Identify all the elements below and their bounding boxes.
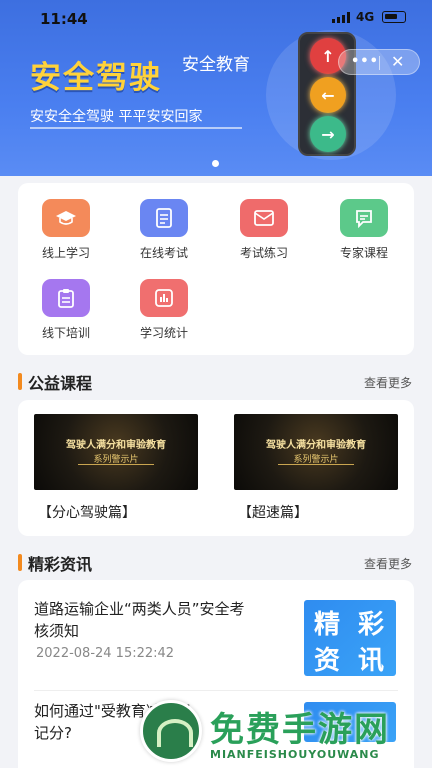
- banner-slogan: 安安全全驾驶 平平安安回家: [30, 109, 203, 125]
- menu-item-study-stats[interactable]: 学习统计: [124, 279, 204, 341]
- menu-label: 线上学习: [41, 246, 90, 260]
- battery-icon: [382, 11, 406, 23]
- clipboard-icon: [42, 279, 90, 317]
- news-item-date: 2022-08-24 15:22:42: [36, 646, 175, 661]
- news-item-title-line: 核须知: [34, 622, 80, 640]
- watermark-text: 免费手游网: [210, 710, 390, 750]
- section-accent-bar: [18, 554, 22, 571]
- menu-label: 考试练习: [239, 246, 288, 260]
- news-more-link[interactable]: 查看更多: [364, 555, 412, 572]
- thumb-char: 讯: [358, 646, 385, 676]
- courses-header: 公益课程 查看更多: [18, 370, 414, 394]
- news-header: 精彩资讯 查看更多: [18, 551, 414, 575]
- watermark-subtext: MIANFEISHOUYOUWANG: [210, 748, 380, 761]
- menu-label: 学习统计: [139, 326, 188, 340]
- thumb-char: 精: [314, 610, 341, 640]
- capsule-divider: [379, 56, 380, 70]
- menu-item-expert-course[interactable]: 专家课程: [324, 199, 404, 261]
- graduation-cap-icon: [42, 199, 90, 237]
- news-thumbnail: 精 彩 资 讯: [304, 600, 396, 676]
- feature-menu: 线上学习 在线考试 考试练习 专家课程 线下培训 学习统计: [18, 183, 414, 355]
- menu-label: 线下培训: [41, 326, 90, 340]
- courses-list: 驾驶人满分和审验教育 系列警示片 【分心驾驶篇】 驾驶人满分和审验教育 系列警示…: [18, 400, 414, 536]
- arrow-left-icon: ←: [310, 77, 346, 113]
- menu-label: 专家课程: [339, 246, 388, 260]
- video-underline: [78, 464, 154, 465]
- course-video-thumbnail[interactable]: 驾驶人满分和审验教育 系列警示片: [234, 414, 398, 490]
- news-item-title-line: 记分?: [34, 724, 72, 742]
- course-video-thumbnail[interactable]: 驾驶人满分和审验教育 系列警示片: [34, 414, 198, 490]
- video-underline: [278, 464, 354, 465]
- more-icon[interactable]: •••: [351, 54, 379, 69]
- menu-item-online-study[interactable]: 线上学习: [26, 199, 106, 261]
- section-accent-bar: [18, 373, 22, 390]
- course-label[interactable]: 【分心驾驶篇】: [38, 502, 136, 522]
- chat-icon: [340, 199, 388, 237]
- banner-subtitle: 安全教育: [182, 55, 250, 75]
- video-title: 驾驶人满分和审验教育: [66, 440, 166, 451]
- menu-item-offline-training[interactable]: 线下培训: [26, 279, 106, 341]
- status-bar: 11:44 4G: [0, 0, 432, 36]
- menu-item-online-exam[interactable]: 在线考试: [124, 199, 204, 261]
- banner-title: 安全驾驶: [30, 60, 162, 96]
- thumb-char: 资: [314, 646, 341, 676]
- stats-icon: [140, 279, 188, 317]
- news-item-title-line: 道路运输企业“两类人员”安全考: [34, 600, 245, 618]
- status-time: 11:44: [40, 10, 88, 28]
- slogan-underline: [30, 127, 242, 129]
- course-label[interactable]: 【超速篇】: [238, 502, 308, 522]
- close-icon[interactable]: ✕: [391, 52, 404, 71]
- banner[interactable]: 11:44 4G 安全驾驶 安全教育 安安全全驾驶 平平安安回家 ↑ ← → •…: [0, 0, 432, 176]
- news-title: 精彩资讯: [28, 555, 93, 574]
- menu-item-exam-practice[interactable]: 考试练习: [224, 199, 304, 261]
- video-title: 驾驶人满分和审验教育: [266, 440, 366, 451]
- signal-icon: [332, 12, 350, 23]
- news-divider: [34, 690, 398, 691]
- courses-more-link[interactable]: 查看更多: [364, 374, 412, 391]
- watermark-logo-icon: [140, 700, 202, 762]
- arrow-right-icon: →: [310, 116, 346, 152]
- courses-title: 公益课程: [28, 374, 93, 393]
- menu-label: 在线考试: [139, 246, 188, 260]
- thumb-char: 彩: [358, 610, 385, 640]
- document-icon: [140, 199, 188, 237]
- network-type: 4G: [356, 10, 375, 24]
- site-watermark: 免费手游网 MIANFEISHOUYOUWANG: [140, 700, 420, 768]
- mini-program-capsule: ••• ✕: [338, 49, 420, 75]
- envelope-icon: [240, 199, 288, 237]
- carousel-indicator[interactable]: [212, 160, 219, 167]
